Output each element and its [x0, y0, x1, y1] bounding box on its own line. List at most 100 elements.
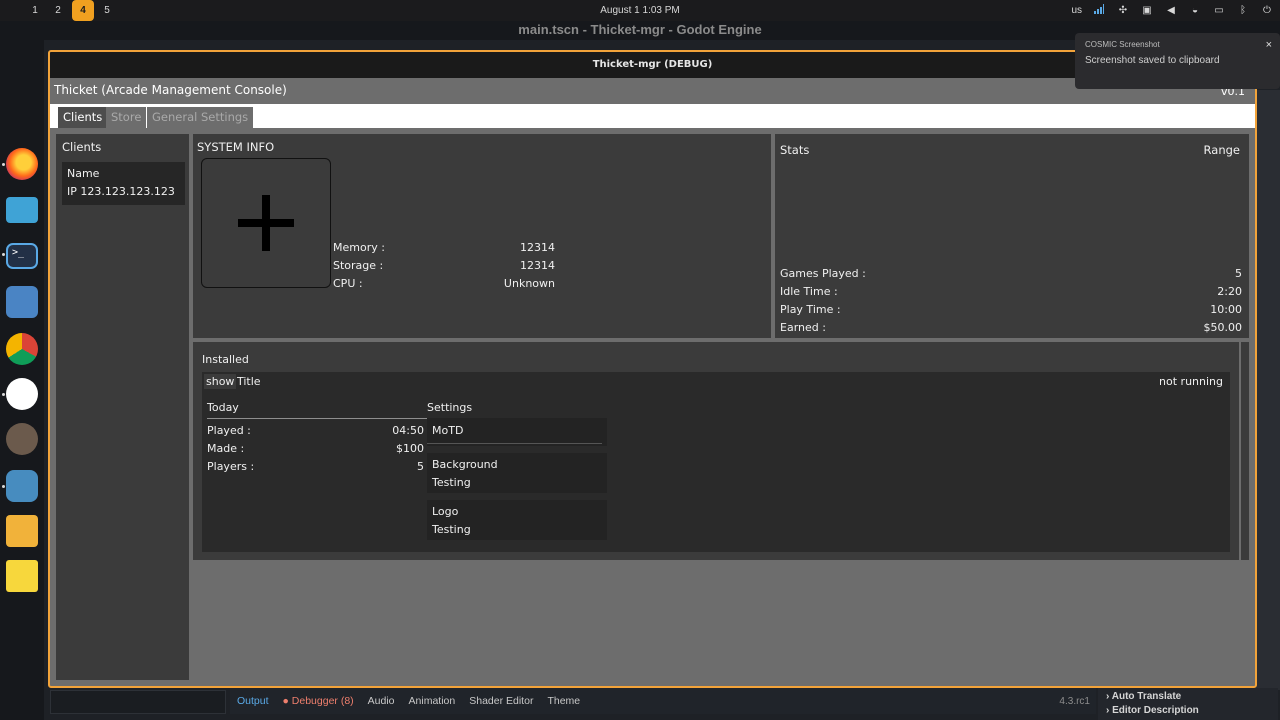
motd-label: MoTD — [432, 424, 464, 437]
made-value: $100 — [396, 442, 424, 455]
logo-setting[interactable]: Logo Testing — [427, 500, 607, 540]
system-info-title: SYSTEM INFO — [197, 140, 275, 154]
notification-title: COSMIC Screenshot — [1085, 40, 1160, 49]
motd-underline — [427, 443, 602, 444]
files-icon[interactable] — [6, 197, 38, 223]
settings-title: Settings — [427, 401, 473, 414]
filesystem-dock-edge — [50, 690, 226, 714]
background-setting[interactable]: Background Testing — [427, 453, 607, 493]
game-status: not running — [1159, 375, 1223, 388]
inspector-item-label: Editor Description — [1112, 705, 1199, 716]
chrome-icon[interactable] — [6, 333, 38, 365]
tab-store[interactable]: Store — [106, 107, 147, 128]
gimp-icon[interactable] — [6, 423, 38, 455]
tab-clients[interactable]: Clients — [58, 107, 108, 128]
store-icon[interactable] — [6, 286, 38, 318]
players-label: Players : — [207, 460, 255, 473]
today-title: Today — [207, 401, 239, 414]
tab-animation[interactable]: Animation — [409, 695, 456, 707]
tab-general-settings[interactable]: General Settings — [147, 107, 254, 128]
client-list-item[interactable]: Name IP 123.123.123.123 — [62, 162, 185, 205]
running-indicator — [2, 163, 5, 166]
installed-scrollbar[interactable] — [1241, 342, 1249, 560]
system-tray: us ✣ ▣ ◀ ◒ ▭ ᛒ ⏻ — [1071, 0, 1274, 21]
bluetooth-icon[interactable]: ᛒ — [1236, 5, 1250, 16]
installed-panel: Installed show Title not running Today P… — [193, 342, 1239, 560]
clients-title: Clients — [62, 140, 102, 154]
top-panel: 1 2 3 4 5 August 1 1:03 PM us ✣ ▣ ◀ ◒ ▭ … — [0, 0, 1280, 21]
network-icon[interactable] — [1092, 4, 1106, 17]
close-icon[interactable]: × — [1266, 39, 1272, 51]
editor-version: 4.3.rc1 — [1059, 695, 1090, 707]
tab-debugger-label: Debugger (8) — [291, 695, 354, 707]
notes-icon[interactable] — [6, 560, 38, 592]
inspector-item-label: Auto Translate — [1111, 691, 1182, 702]
play-time-label: Play Time : — [780, 303, 841, 316]
battery-icon[interactable]: ▭ — [1212, 5, 1226, 16]
running-indicator — [2, 253, 5, 256]
running-indicator — [2, 393, 5, 396]
cpu-value: Unknown — [503, 277, 555, 290]
editor-bottom-panel: Output ● Debugger (8) Audio Animation Sh… — [230, 688, 1096, 714]
games-played-value: 5 — [1235, 267, 1242, 280]
memory-label: Memory : — [333, 241, 385, 254]
players-value: 5 — [417, 460, 424, 473]
stats-title: Stats — [780, 143, 810, 157]
installed-title: Installed — [202, 353, 249, 366]
played-value: 04:50 — [392, 424, 424, 437]
logo-label: Logo — [432, 505, 459, 518]
client-ip: IP 123.123.123.123 — [67, 185, 175, 198]
notification-body: Screenshot saved to clipboard — [1085, 55, 1220, 66]
idle-time-value: 2:20 — [1217, 285, 1242, 298]
games-played-label: Games Played : — [780, 267, 866, 280]
cpu-label: CPU : — [333, 277, 363, 290]
desktop: 1 2 3 4 5 August 1 1:03 PM us ✣ ▣ ◀ ◒ ▭ … — [0, 0, 1280, 720]
tab-theme[interactable]: Theme — [547, 695, 580, 707]
clients-panel: Clients Name IP 123.123.123.123 — [56, 134, 189, 680]
godot-icon[interactable] — [6, 470, 38, 502]
terminal-icon[interactable]: >_ — [6, 243, 38, 269]
volume-icon[interactable]: ◀ — [1164, 5, 1178, 16]
inspector-panel: › Auto Translate › Editor Description — [1098, 688, 1278, 720]
screenshot-notification[interactable]: COSMIC Screenshot Screenshot saved to cl… — [1075, 33, 1280, 89]
keyboard-layout[interactable]: us — [1071, 5, 1082, 16]
logo-value: Testing — [432, 523, 471, 536]
background-value: Testing — [432, 476, 471, 489]
game-title: Title — [237, 375, 261, 388]
mail-icon[interactable] — [6, 515, 38, 547]
memory-value: 12314 — [520, 241, 555, 254]
app-heading: Thicket (Arcade Management Console) — [54, 83, 287, 97]
played-label: Played : — [207, 424, 251, 437]
app-window: Thicket-mgr (DEBUG) Thicket (Arcade Mana… — [48, 50, 1257, 688]
range-selector[interactable]: Range — [1155, 143, 1240, 157]
earned-label: Earned : — [780, 321, 826, 334]
background-label: Background — [432, 458, 498, 471]
tab-audio[interactable]: Audio — [368, 695, 395, 707]
motd-field[interactable]: MoTD — [427, 418, 607, 446]
power-icon[interactable]: ⏻ — [1260, 5, 1274, 16]
inspector-item-editor-description[interactable]: › Editor Description — [1106, 704, 1270, 718]
editor-right-dock — [1256, 90, 1280, 690]
idle-time-label: Idle Time : — [780, 285, 838, 298]
stats-panel: Stats Range Games Played : 5 Idle Time :… — [775, 134, 1249, 338]
add-system-button[interactable] — [201, 158, 331, 288]
wifi-icon[interactable]: ◒ — [1188, 5, 1202, 16]
running-indicator — [2, 485, 5, 488]
grid-tray-icon[interactable]: ▣ — [1140, 5, 1154, 16]
slack-icon[interactable] — [6, 378, 38, 410]
tab-debugger[interactable]: ● Debugger (8) — [283, 695, 354, 707]
storage-value: 12314 — [520, 259, 555, 272]
dock: >_ — [0, 140, 44, 600]
play-time-value: 10:00 — [1210, 303, 1242, 316]
slack-tray-icon[interactable]: ✣ — [1116, 5, 1130, 16]
installed-game-card: show Title not running Today Played : 04… — [202, 372, 1230, 552]
inspector-item-auto-translate[interactable]: › Auto Translate — [1106, 690, 1270, 704]
tab-bar: Clients Store General Settings — [50, 104, 1255, 128]
firefox-icon[interactable] — [6, 148, 38, 180]
earned-value: $50.00 — [1203, 321, 1243, 334]
today-separator — [207, 418, 427, 419]
tab-output[interactable]: Output — [237, 695, 269, 707]
tab-shader-editor[interactable]: Shader Editor — [469, 695, 533, 707]
made-label: Made : — [207, 442, 245, 455]
show-toggle[interactable]: show — [204, 374, 237, 389]
